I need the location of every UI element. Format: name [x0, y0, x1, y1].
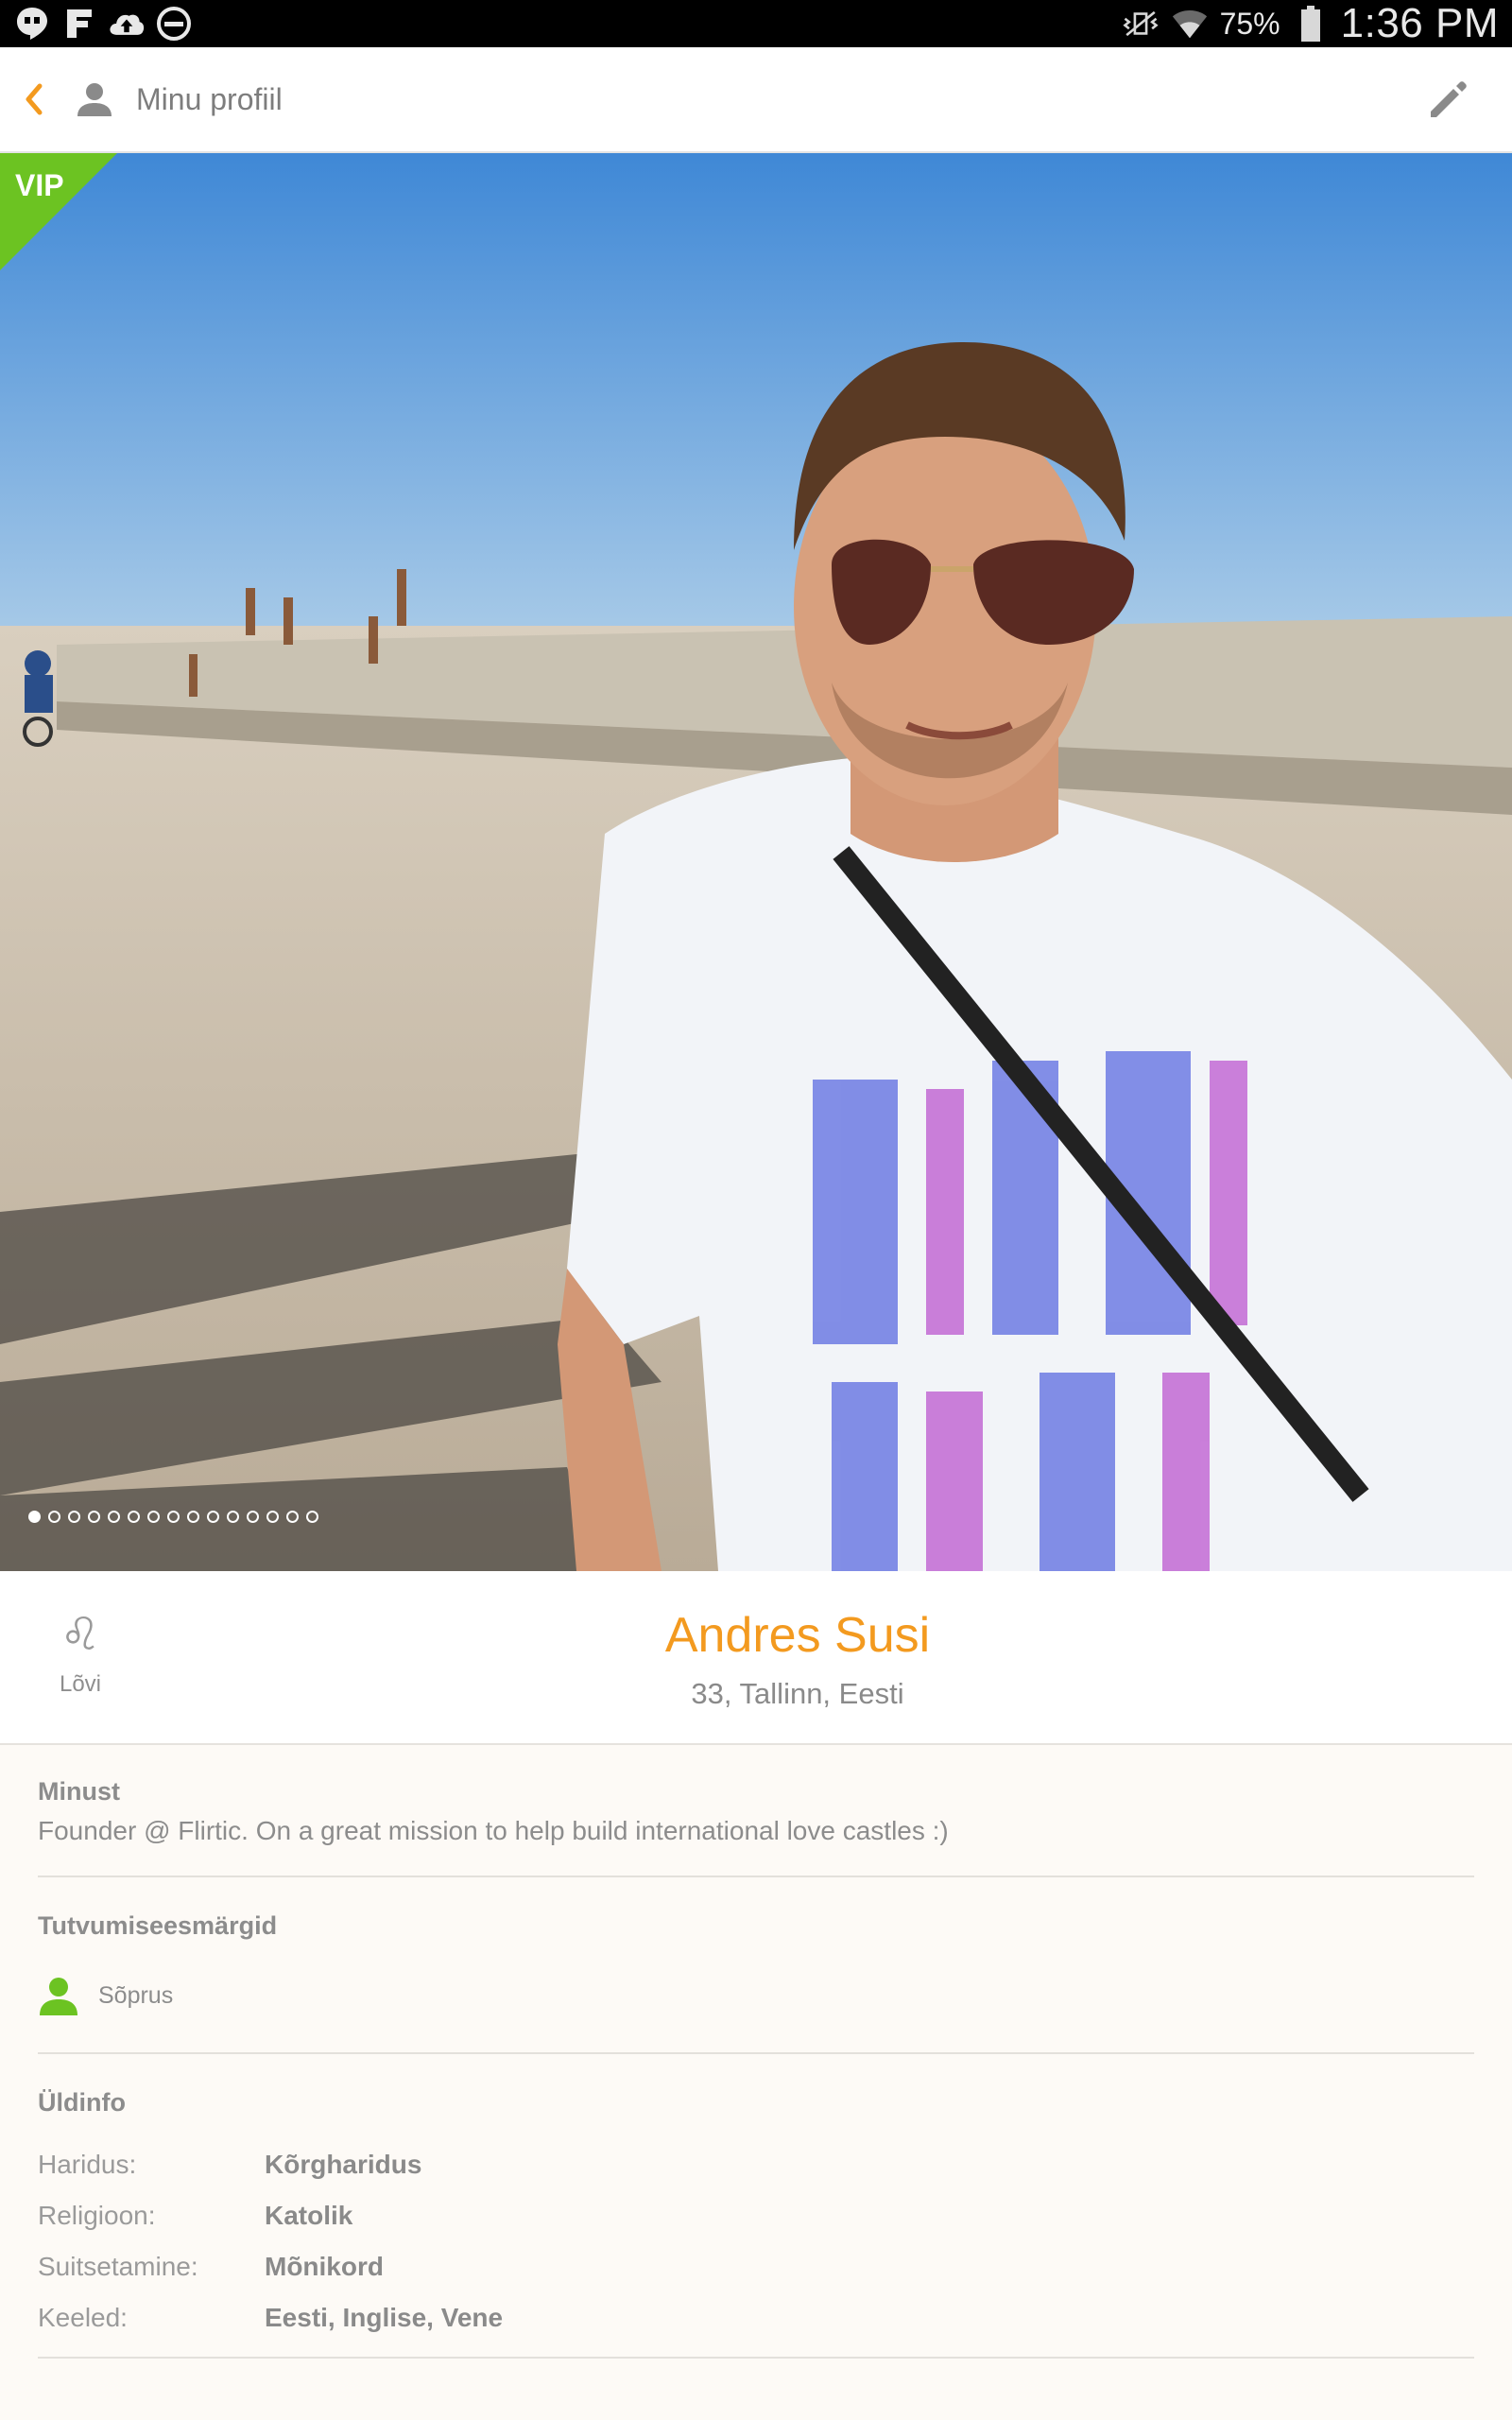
about-section: Minust Founder @ Flirtic. On a great mis…	[38, 1743, 1474, 1877]
pager-dot[interactable]	[108, 1511, 120, 1523]
hangouts-icon	[13, 5, 51, 43]
about-title: Minust	[38, 1777, 120, 1806]
pager-dot[interactable]	[286, 1511, 299, 1523]
info-key: Religioon:	[38, 2201, 156, 2230]
vibrate-icon	[1122, 5, 1160, 43]
info-value: Katolik	[265, 2201, 353, 2230]
clock: 1:36 PM	[1340, 0, 1499, 46]
pager-dot[interactable]	[167, 1511, 180, 1523]
info-value: Mõnikord	[265, 2252, 384, 2281]
general-info-section: Üldinfo Haridus: Kõrgharidus Religioon: …	[38, 2054, 1474, 2359]
info-value: Kõrgharidus	[265, 2150, 422, 2179]
about-text: Founder @ Flirtic. On a great mission to…	[38, 1816, 949, 1845]
person-icon	[40, 1978, 77, 2015]
pager-dot[interactable]	[28, 1511, 41, 1523]
notification-icons	[13, 4, 193, 43]
pager-dot[interactable]	[48, 1511, 60, 1523]
pencil-icon	[1431, 81, 1467, 117]
profile-age-location: 33, Tallinn, Eesti	[691, 1677, 904, 1710]
back-button[interactable]	[11, 74, 59, 125]
pager-dot[interactable]	[68, 1511, 80, 1523]
dating-goals-title: Tutvumiseesmärgid	[38, 1911, 278, 1940]
person-icon	[77, 83, 112, 116]
pager-dot[interactable]	[266, 1511, 279, 1523]
edit-profile-button[interactable]	[1421, 74, 1474, 127]
flipboard-icon	[60, 5, 98, 43]
profile-header: ♌ Lõvi Andres Susi 33, Tallinn, Eesti	[0, 1571, 1512, 1745]
battery-icon	[1292, 5, 1330, 43]
info-row: Suitsetamine: Mõnikord	[38, 2241, 503, 2292]
system-icons: 75% 1:36 PM	[1122, 0, 1499, 47]
pager-dot[interactable]	[187, 1511, 199, 1523]
page-title: Minu profiil	[136, 81, 283, 116]
info-key: Haridus:	[38, 2150, 137, 2179]
info-value: Eesti, Inglise, Vene	[265, 2303, 504, 2332]
chevron-left-icon	[26, 83, 43, 115]
pager-dot[interactable]	[247, 1511, 259, 1523]
vip-label: VIP	[15, 168, 64, 202]
pager-dot[interactable]	[306, 1511, 318, 1523]
profile-details: Minust Founder @ Flirtic. On a great mis…	[38, 1743, 1474, 2359]
cloud-upload-icon	[108, 5, 146, 43]
photo-pager-dots	[28, 1511, 318, 1523]
pager-dot[interactable]	[88, 1511, 100, 1523]
info-table: Haridus: Kõrgharidus Religioon: Katolik …	[38, 2139, 503, 2343]
profile-photo[interactable]: VIP	[0, 153, 1512, 1571]
general-info-title: Üldinfo	[38, 2088, 126, 2117]
wifi-icon	[1171, 5, 1209, 43]
pager-dot[interactable]	[128, 1511, 140, 1523]
battery-percent: 75%	[1219, 6, 1280, 41]
pager-dot[interactable]	[227, 1511, 239, 1523]
status-bar: 75% 1:36 PM	[0, 0, 1512, 47]
info-row: Keeled: Eesti, Inglise, Vene	[38, 2292, 503, 2343]
do-not-disturb-icon	[155, 5, 193, 43]
pager-dot[interactable]	[147, 1511, 160, 1523]
dating-goals-section: Tutvumiseesmärgid Sõprus	[38, 1877, 1474, 2054]
title-group: Minu profiil	[74, 68, 283, 130]
action-bar: Minu profiil	[0, 47, 1512, 154]
info-key: Keeled:	[38, 2303, 128, 2332]
info-row: Haridus: Kõrgharidus	[38, 2139, 503, 2190]
goal-label: Sõprus	[98, 1981, 174, 2009]
photo-illustration	[0, 153, 1512, 1571]
pager-dot[interactable]	[207, 1511, 219, 1523]
goal-item: Sõprus	[38, 1976, 173, 2015]
name-block: Andres Susi 33, Tallinn, Eesti	[0, 1605, 1512, 1711]
profile-name: Andres Susi	[664, 1608, 931, 1663]
info-row: Religioon: Katolik	[38, 2190, 503, 2241]
info-key: Suitsetamine:	[38, 2252, 198, 2281]
